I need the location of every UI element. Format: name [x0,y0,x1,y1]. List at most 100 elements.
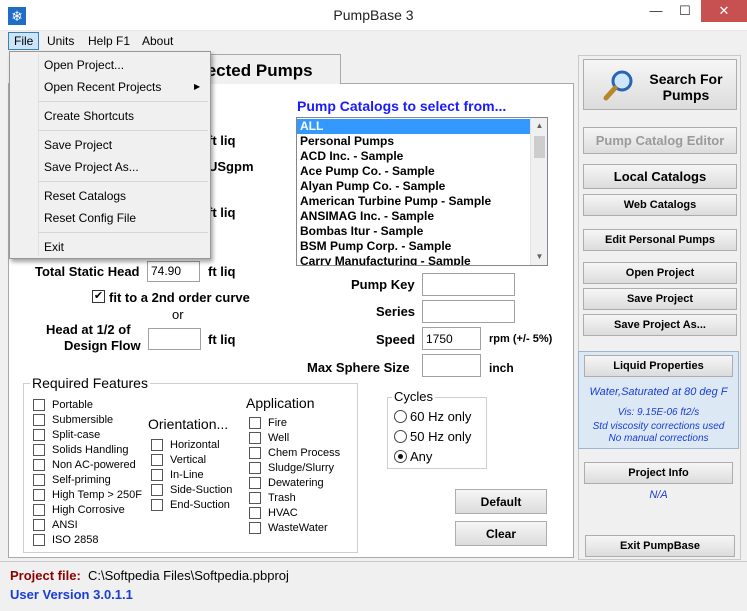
radio-button[interactable] [394,450,407,463]
feature-item[interactable]: Submersible [33,412,143,427]
catalog-item[interactable]: American Turbine Pump - Sample [297,194,531,209]
orientation-item[interactable]: Horizontal [151,437,246,452]
project-info-button[interactable]: Project Info [584,462,733,484]
feature-item[interactable]: Portable [33,397,143,412]
scroll-thumb[interactable] [534,136,545,158]
checkbox[interactable] [249,446,261,459]
catalog-item[interactable]: Bombas Itur - Sample [297,224,531,239]
catalog-item[interactable]: Ace Pump Co. - Sample [297,164,531,179]
minimize-button[interactable]: — [641,0,671,22]
checkbox[interactable] [151,453,163,466]
catalog-scrollbar[interactable]: ▲ ▼ [530,118,547,265]
application-item[interactable]: Fire [249,415,349,430]
edit-personal-pumps-button[interactable]: Edit Personal Pumps [583,229,737,251]
menu-file[interactable]: File [8,32,40,50]
checkbox[interactable] [33,533,45,546]
checkbox[interactable] [249,521,261,534]
checkbox[interactable] [33,443,45,456]
web-catalogs-button[interactable]: Web Catalogs [583,194,737,216]
orientation-item[interactable]: Side-Suction [151,482,246,497]
menu-reset-config[interactable]: Reset Config File [12,207,208,229]
checkbox[interactable] [33,473,45,486]
menu-about[interactable]: About [137,32,178,50]
checkbox[interactable] [249,476,261,489]
checkbox[interactable] [151,498,163,511]
menu-open-recent[interactable]: Open Recent Projects [12,76,208,98]
menu-reset-catalogs[interactable]: Reset Catalogs [12,185,208,207]
checkbox[interactable] [33,488,45,501]
menu-units[interactable]: Units [42,32,79,50]
checkbox[interactable] [33,413,45,426]
save-project-as-button[interactable]: Save Project As... [583,314,737,336]
save-project-button[interactable]: Save Project [583,288,737,310]
checkbox[interactable] [33,518,45,531]
menu-create-shortcuts[interactable]: Create Shortcuts [12,105,208,127]
checkbox[interactable] [33,428,45,441]
catalog-item[interactable]: ACD Inc. - Sample [297,149,531,164]
default-button[interactable]: Default [455,489,547,514]
orientation-item[interactable]: Vertical [151,452,246,467]
feature-item[interactable]: High Temp > 250F [33,487,143,502]
catalog-editor-button[interactable]: Pump Catalog Editor [583,127,737,154]
speed-input[interactable]: 1750 [422,327,481,350]
catalog-item[interactable]: Alyan Pump Co. - Sample [297,179,531,194]
checkbox[interactable] [33,503,45,516]
pump-key-input[interactable] [422,273,515,296]
catalog-list[interactable]: ALL Personal Pumps ACD Inc. - Sample Ace… [296,117,548,266]
cycles-option-any[interactable]: Any [394,449,432,464]
fit-curve-checkbox[interactable]: ✔ [92,290,105,303]
application-item[interactable]: WasteWater [249,520,349,535]
feature-item[interactable]: Split-case [33,427,143,442]
checkbox[interactable] [33,458,45,471]
feature-item[interactable]: ANSI [33,517,143,532]
clear-button[interactable]: Clear [455,521,547,546]
application-item[interactable]: Dewatering [249,475,349,490]
feature-item[interactable]: Self-priming [33,472,143,487]
checkbox[interactable] [249,491,261,504]
maximize-button[interactable]: ☐ [670,0,700,22]
orientation-item[interactable]: In-Line [151,467,246,482]
menu-save-project-as[interactable]: Save Project As... [12,156,208,178]
orientation-item[interactable]: End-Suction [151,497,246,512]
local-catalogs-button[interactable]: Local Catalogs [583,164,737,189]
head-half-input[interactable] [148,328,201,350]
catalog-item[interactable]: Carry Manufacturing - Sample [297,254,531,265]
catalog-item[interactable]: ANSIMAG Inc. - Sample [297,209,531,224]
search-pumps-button[interactable]: Search For Pumps [583,59,737,110]
radio-button[interactable] [394,430,407,443]
series-input[interactable] [422,300,515,323]
sphere-input[interactable] [422,354,481,377]
checkbox[interactable] [151,438,163,451]
catalog-item[interactable]: ALL [297,119,531,134]
menu-exit[interactable]: Exit [12,236,208,258]
catalog-item[interactable]: Personal Pumps [297,134,531,149]
close-button[interactable]: ✕ [701,0,747,22]
checkbox[interactable] [249,431,261,444]
checkbox[interactable] [249,416,261,429]
radio-button[interactable] [394,410,407,423]
feature-item[interactable]: Solids Handling [33,442,143,457]
checkbox[interactable] [33,398,45,411]
application-item[interactable]: Trash [249,490,349,505]
scroll-up-icon[interactable]: ▲ [531,118,548,134]
feature-item[interactable]: Non AC-powered [33,457,143,472]
application-item[interactable]: Chem Process [249,445,349,460]
feature-item[interactable]: High Corrosive [33,502,143,517]
open-project-button[interactable]: Open Project [583,262,737,284]
menu-open-project[interactable]: Open Project... [12,54,208,76]
application-item[interactable]: Sludge/Slurry [249,460,349,475]
menu-help[interactable]: Help F1 [83,32,135,50]
liquid-properties-button[interactable]: Liquid Properties [584,355,733,377]
static-head-input[interactable]: 74.90 [147,261,200,282]
tab-selected-pumps[interactable]: lected Pumps [195,54,341,84]
checkbox[interactable] [151,468,163,481]
application-item[interactable]: HVAC [249,505,349,520]
feature-item[interactable]: ISO 2858 [33,532,143,547]
checkbox[interactable] [249,506,261,519]
cycles-option-50[interactable]: 50 Hz only [394,429,471,444]
scroll-down-icon[interactable]: ▼ [531,249,548,265]
exit-pumpbase-button[interactable]: Exit PumpBase [585,535,735,557]
application-item[interactable]: Well [249,430,349,445]
catalog-item[interactable]: BSM Pump Corp. - Sample [297,239,531,254]
checkbox[interactable] [249,461,261,474]
